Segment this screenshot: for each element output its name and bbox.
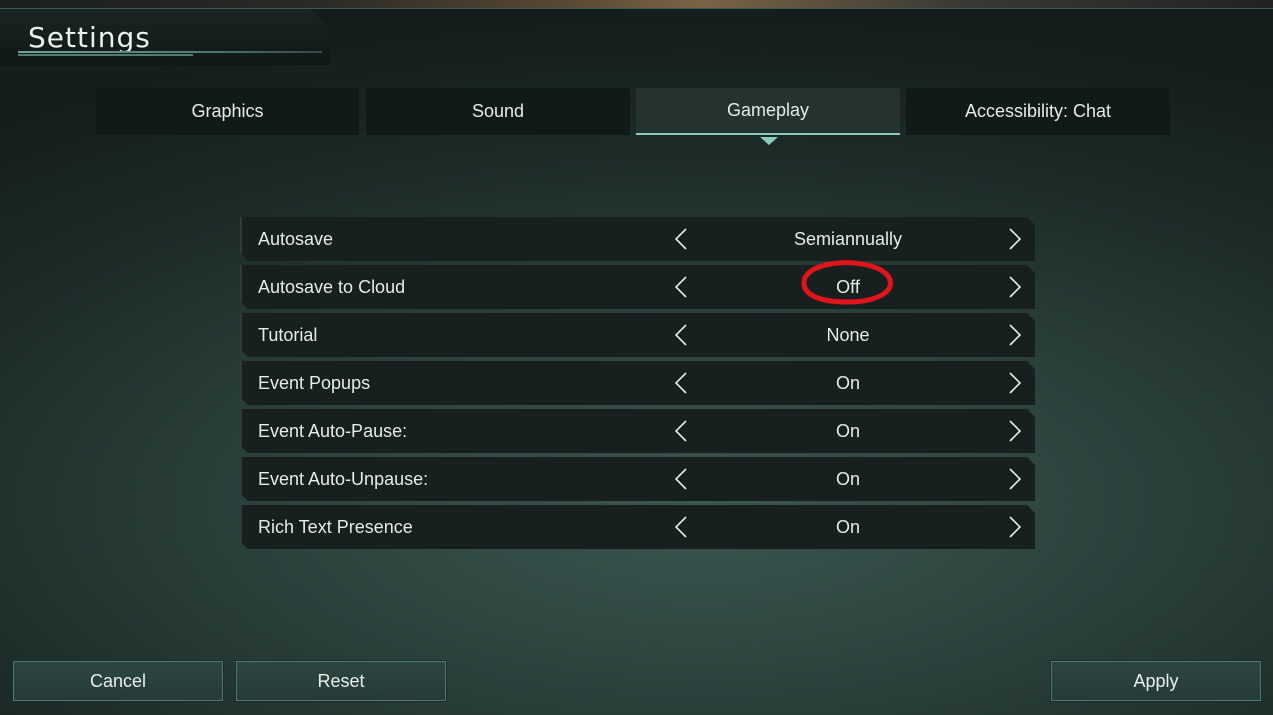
title-underline <box>18 51 322 53</box>
chevron-right-icon[interactable] <box>1002 227 1026 251</box>
settings-panel: Settings Graphics Sound Gameplay Accessi… <box>0 8 1273 715</box>
setting-value: On <box>835 373 860 393</box>
settings-screen: Settings Graphics Sound Gameplay Accessi… <box>0 0 1273 715</box>
setting-row-rich-text-presence: Rich Text Presence On <box>240 505 1035 549</box>
chevron-left-icon[interactable] <box>670 419 694 443</box>
chevron-right-icon[interactable] <box>1002 275 1026 299</box>
chevron-right-icon[interactable] <box>1002 515 1026 539</box>
setting-label: Event Auto-Unpause: <box>258 469 429 489</box>
cancel-button-label: Cancel <box>89 670 147 691</box>
chevron-right-icon[interactable] <box>1002 467 1026 491</box>
setting-row-event-auto-unpause: Event Auto-Unpause: On <box>240 457 1035 501</box>
chevron-left-icon[interactable] <box>670 227 694 251</box>
tab-label: Sound <box>471 101 525 121</box>
setting-row-tutorial: Tutorial None <box>240 313 1035 357</box>
setting-label: Rich Text Presence <box>258 517 413 537</box>
chevron-right-icon[interactable] <box>1002 419 1026 443</box>
setting-row-event-auto-pause: Event Auto-Pause: On <box>240 409 1035 453</box>
chevron-right-icon[interactable] <box>1002 323 1026 347</box>
tab-sound[interactable]: Sound <box>366 88 630 135</box>
tab-gameplay[interactable]: Gameplay <box>636 88 900 135</box>
chevron-left-icon[interactable] <box>670 467 694 491</box>
tab-graphics[interactable]: Graphics <box>96 88 359 135</box>
tab-accessibility-chat[interactable]: Accessibility: Chat <box>906 88 1170 135</box>
title-underline-accent <box>18 54 193 56</box>
annotation-circle <box>801 260 893 305</box>
title-bar: Settings <box>0 9 330 65</box>
setting-row-autosave-to-cloud: Autosave to Cloud Off <box>240 265 1035 309</box>
cancel-button[interactable]: Cancel <box>12 660 224 702</box>
setting-label: Event Popups <box>258 373 371 393</box>
chevron-left-icon[interactable] <box>670 515 694 539</box>
chevron-left-icon[interactable] <box>670 323 694 347</box>
reset-button-label: Reset <box>317 670 365 691</box>
setting-row-event-popups: Event Popups On <box>240 361 1035 405</box>
tab-label: Gameplay <box>726 100 810 120</box>
apply-button[interactable]: Apply <box>1050 660 1262 702</box>
setting-row-autosave: Autosave Semiannually <box>240 217 1035 261</box>
setting-label: Event Auto-Pause: <box>258 421 408 441</box>
chevron-right-icon[interactable] <box>1002 371 1026 395</box>
setting-value: On <box>835 517 860 537</box>
apply-button-label: Apply <box>1133 670 1179 691</box>
active-tab-indicator <box>760 137 778 145</box>
page-title: Settings <box>28 21 151 54</box>
chevron-left-icon[interactable] <box>670 275 694 299</box>
setting-value: None <box>826 325 870 345</box>
setting-value: On <box>835 421 860 441</box>
tab-label: Graphics <box>191 101 264 121</box>
tab-label: Accessibility: Chat <box>964 101 1112 121</box>
reset-button[interactable]: Reset <box>235 660 447 702</box>
setting-label: Autosave to Cloud <box>258 277 406 297</box>
chevron-left-icon[interactable] <box>670 371 694 395</box>
setting-label: Tutorial <box>258 325 318 345</box>
setting-value: Semiannually <box>793 229 903 249</box>
setting-label: Autosave <box>258 229 334 249</box>
setting-value: On <box>835 469 860 489</box>
